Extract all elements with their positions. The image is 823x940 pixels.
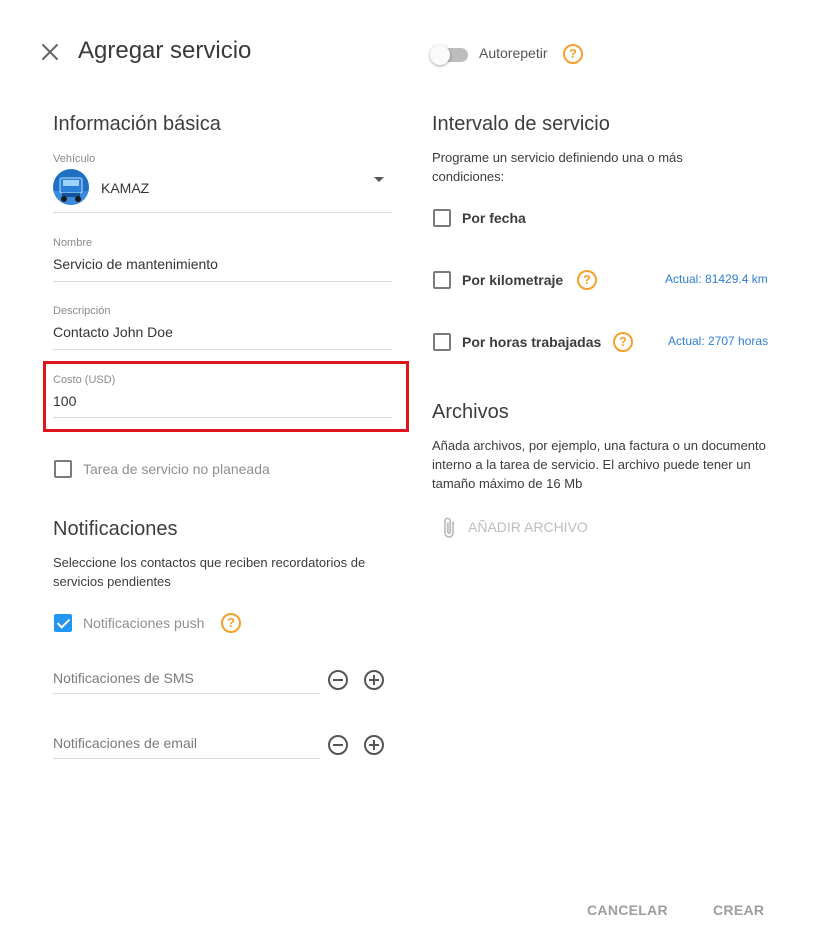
dialog-title: Agregar servicio — [78, 37, 252, 64]
by-date-label: Por fecha — [462, 210, 526, 226]
by-date-checkbox[interactable] — [433, 209, 451, 227]
push-checkbox[interactable] — [54, 614, 72, 632]
interval-description: Programe un servicio definiendo una o má… — [432, 150, 683, 184]
description-field[interactable]: Contacto John Doe — [53, 324, 173, 340]
name-underline — [53, 281, 392, 282]
sms-add-button[interactable] — [364, 670, 384, 690]
hours-actual: Actual: 2707 horas — [668, 334, 769, 348]
add-file-button[interactable]: AÑADIR ARCHIVO — [441, 514, 591, 540]
by-hours-checkbox[interactable] — [433, 333, 451, 351]
add-file-label: AÑADIR ARCHIVO — [468, 519, 588, 535]
vehicle-avatar — [53, 169, 89, 205]
notifications-description: Seleccione los contactos que reciben rec… — [53, 555, 366, 589]
plus-vertical-stroke — [373, 675, 375, 685]
vehicle-label: Vehículo — [53, 153, 96, 165]
minus-circle-icon — [333, 744, 343, 746]
cost-underline — [53, 417, 392, 418]
by-mileage-label: Por kilometraje — [462, 272, 564, 288]
cost-label: Costo (USD) — [53, 374, 116, 386]
paperclip-icon — [441, 516, 459, 545]
toggle-knob — [430, 45, 450, 65]
unplanned-label: Tarea de servicio no planeada — [83, 461, 270, 477]
vehicle-underline — [53, 212, 392, 213]
description-label: Descripción — [53, 305, 111, 317]
interval-title: Intervalo de servicio — [432, 113, 610, 135]
cost-highlight-box — [43, 361, 409, 432]
basic-info-title: Información básica — [53, 113, 221, 135]
email-input[interactable]: Notificaciones de email — [53, 735, 197, 751]
mileage-actual: Actual: 81429.4 km — [665, 272, 768, 286]
plus-vertical-stroke — [373, 740, 375, 750]
email-remove-button[interactable] — [328, 735, 348, 755]
description-underline — [53, 349, 392, 350]
sms-underline — [53, 693, 320, 694]
by-mileage-checkbox[interactable] — [433, 271, 451, 289]
mileage-help-icon[interactable]: ? — [577, 270, 597, 290]
autorepeat-label: Autorepetir — [479, 45, 548, 61]
autorepeat-help-icon[interactable]: ? — [563, 44, 583, 64]
by-hours-label: Por horas trabajadas — [462, 334, 602, 350]
cancel-button[interactable]: CANCELAR — [587, 902, 668, 918]
push-label: Notificaciones push — [83, 615, 205, 631]
email-underline — [53, 758, 320, 759]
autorepeat-toggle[interactable] — [430, 45, 468, 65]
notifications-title: Notificaciones — [53, 518, 178, 540]
name-field[interactable]: Servicio de mantenimiento — [53, 256, 218, 272]
caret-down-icon[interactable] — [374, 177, 384, 182]
minus-circle-icon — [333, 679, 343, 681]
hours-help-icon[interactable]: ? — [613, 332, 633, 352]
vehicle-value[interactable]: KAMAZ — [101, 180, 149, 196]
create-button[interactable]: CREAR — [713, 902, 764, 918]
sms-input[interactable]: Notificaciones de SMS — [53, 670, 194, 686]
close-icon[interactable] — [38, 40, 62, 64]
files-title: Archivos — [432, 401, 509, 423]
unplanned-checkbox[interactable] — [54, 460, 72, 478]
name-label: Nombre — [53, 237, 93, 249]
files-description: Añada archivos, por ejemplo, una factura… — [432, 438, 766, 491]
push-help-icon[interactable]: ? — [221, 613, 241, 633]
email-add-button[interactable] — [364, 735, 384, 755]
sms-remove-button[interactable] — [328, 670, 348, 690]
cost-field[interactable]: 100 — [53, 393, 76, 409]
